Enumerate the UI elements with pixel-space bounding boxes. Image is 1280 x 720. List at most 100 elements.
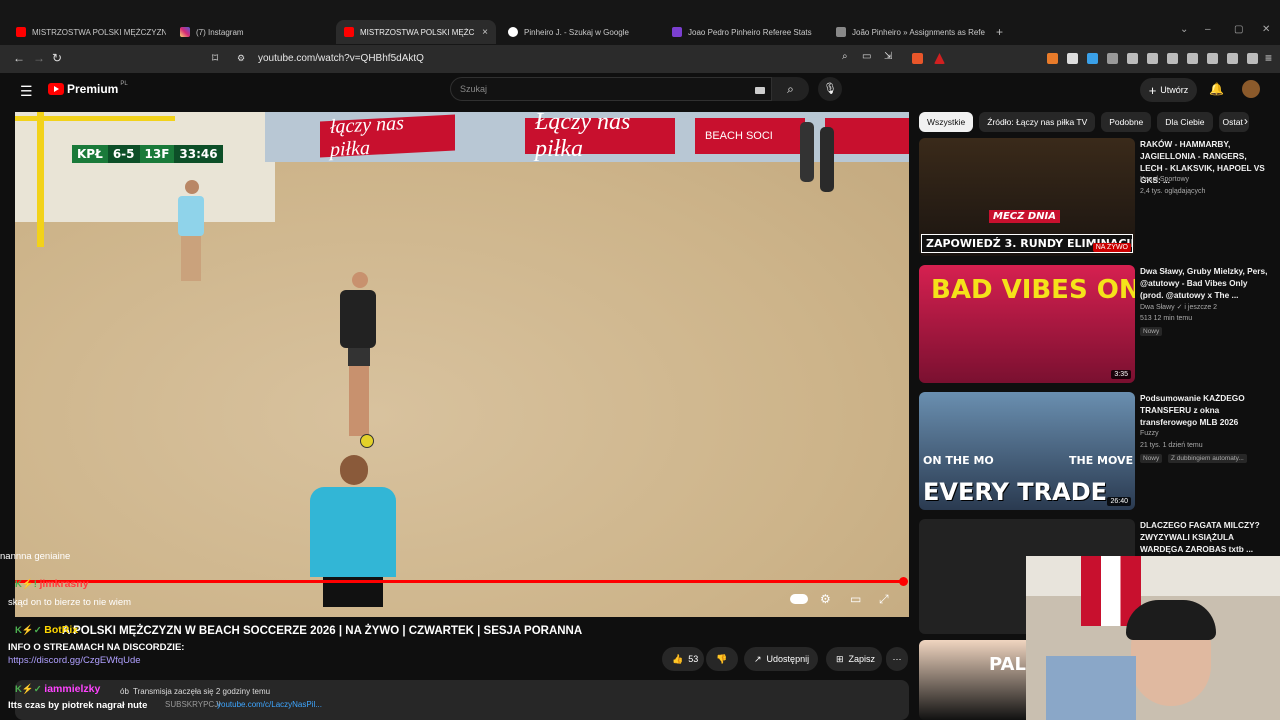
keyboard-icon[interactable] bbox=[755, 87, 765, 94]
dislike-button[interactable]: 👎 bbox=[706, 647, 738, 671]
chip-source[interactable]: Źródło: Łączy nas piłka TV bbox=[979, 112, 1096, 132]
tab-instagram[interactable]: (7) Instagram bbox=[172, 20, 332, 44]
tab-title: MISTRZOSTWA POLSKI MĘŻCZYZN W bbox=[32, 27, 166, 37]
sponsor-banner-2: Łączy nas piłka bbox=[525, 112, 675, 162]
wallet-icon[interactable] bbox=[1247, 53, 1258, 64]
maximize-icon[interactable]: ▢ bbox=[1234, 24, 1243, 35]
save-button[interactable]: ⊞ Zapisz bbox=[826, 647, 882, 671]
recommendation-item[interactable]: MECZ DNIA ZAPOWIEDŹ 3. RUNDY ELIMINACJI … bbox=[919, 138, 1279, 262]
extension-3-icon[interactable] bbox=[1087, 53, 1098, 64]
chat-username-row: K⚡✓ iammielzky bbox=[15, 683, 285, 695]
recommendation-item[interactable]: ON THE MO THE MOVE EVERY TRADE 26:40 Pod… bbox=[919, 392, 1279, 516]
youtube-logo[interactable]: Premium PL bbox=[48, 81, 128, 96]
close-tab-icon[interactable]: × bbox=[482, 27, 488, 38]
url-field[interactable]: youtube.com/watch?v=QHBhf5dAktQ bbox=[258, 53, 424, 64]
rewards-icon[interactable] bbox=[934, 53, 945, 64]
video-player[interactable]: łączy nas piłka Łączy nas piłka BEACH SO… bbox=[15, 112, 909, 617]
chat-link[interactable]: https://discord.gg/CzgEWfqUde bbox=[8, 655, 141, 666]
logo-region: PL bbox=[120, 81, 128, 87]
thumbnail[interactable]: MECZ DNIA ZAPOWIEDŹ 3. RUNDY ELIMINACJI … bbox=[919, 138, 1135, 256]
share-button[interactable]: ↗ Udostępnij bbox=[744, 647, 818, 671]
new-tab-icon[interactable]: + bbox=[996, 25, 1003, 39]
cast-icon[interactable]: ▭ bbox=[862, 51, 871, 62]
thumbnail[interactable]: ON THE MO THE MOVE EVERY TRADE 26:40 bbox=[919, 392, 1135, 510]
extension-2-icon[interactable] bbox=[1067, 53, 1078, 64]
thumb-top-text: MECZ DNIA bbox=[989, 210, 1060, 223]
plus-icon: + bbox=[1148, 82, 1157, 98]
notifications-icon[interactable]: 🔔 bbox=[1209, 82, 1224, 96]
tab-youtube-active[interactable]: MISTRZOSTWA POLSKI MĘŻC × bbox=[336, 20, 496, 44]
scorebug: KPŁ 6-5 13F 33:46 bbox=[72, 145, 223, 163]
banner-text: Łączy nas piłka bbox=[535, 112, 631, 162]
tab-referee-stats[interactable]: Joao Pedro Pinheiro Referee Stats bbox=[664, 20, 824, 44]
pip-icon[interactable]: ⇲ bbox=[884, 51, 892, 62]
progress-scrubber[interactable] bbox=[899, 577, 908, 586]
thumbnail[interactable]: BAD VIBES ONLY 3:35 bbox=[919, 265, 1135, 383]
duration: 3:35 bbox=[1111, 370, 1131, 379]
create-button[interactable]: + Utwórz bbox=[1140, 78, 1197, 102]
chip-similar[interactable]: Podobne bbox=[1101, 112, 1152, 132]
bookmark-icon[interactable]: ⌑ bbox=[212, 51, 218, 65]
bookmarks-icon[interactable] bbox=[1187, 53, 1198, 64]
avatar[interactable] bbox=[1242, 80, 1260, 98]
music-icon[interactable] bbox=[1147, 53, 1158, 64]
chip-for-you[interactable]: Dla Ciebie bbox=[1157, 112, 1213, 132]
leo-icon[interactable] bbox=[1207, 53, 1218, 64]
autoplay-toggle[interactable] bbox=[790, 594, 808, 604]
rec-title[interactable]: Podsumowanie KAŻDEGO TRANSFERU z okna tr… bbox=[1140, 392, 1270, 428]
hamburger-menu-icon[interactable]: ☰ bbox=[20, 83, 33, 100]
rec-title[interactable]: DLACZEGO FAGATA MILCZY? ZWYZYWALI KSIĄŻU… bbox=[1140, 519, 1270, 555]
menu-icon[interactable]: ≡ bbox=[1265, 51, 1272, 65]
stadium-wall bbox=[15, 112, 275, 222]
fullscreen-icon[interactable]: ⤢ bbox=[879, 592, 889, 607]
sponsor-banner-1: łączy nas piłka bbox=[320, 112, 455, 161]
rec-channel[interactable]: Fuzzy bbox=[1140, 430, 1159, 437]
tab-youtube-1[interactable]: MISTRZOSTWA POLSKI MĘŻCZYZN W bbox=[8, 20, 166, 44]
extension-4-icon[interactable] bbox=[1107, 53, 1118, 64]
duration: 26:40 bbox=[1107, 497, 1131, 506]
score-value: 6-5 bbox=[107, 145, 140, 163]
room-chair bbox=[1046, 656, 1136, 720]
chat-message: Itts czas by piotrek nagrał nute bbox=[8, 700, 278, 711]
rec-title[interactable]: Dwa Sławy, Gruby Mielzky, Pers, @atutowy… bbox=[1140, 265, 1270, 301]
google-icon bbox=[508, 27, 518, 37]
extension-1-icon[interactable] bbox=[1047, 53, 1058, 64]
chevron-right-icon[interactable]: › bbox=[1244, 114, 1248, 128]
rec-channel[interactable]: Dwa Sławy ✓ i jeszcze 2 bbox=[1140, 303, 1217, 311]
puzzle-icon[interactable] bbox=[1127, 53, 1138, 64]
mic-icon: 🎙 bbox=[823, 83, 837, 95]
reload-icon[interactable]: ↻ bbox=[52, 51, 62, 65]
brave-shield-icon[interactable] bbox=[912, 53, 923, 64]
tab-title: Pinheiro J. - Szukaj w Google bbox=[524, 27, 629, 37]
chip-all[interactable]: Wszystkie bbox=[919, 112, 974, 132]
rec-channel[interactable]: Kanał Sportowy bbox=[1140, 176, 1189, 183]
tab-list-icon[interactable]: ⌄ bbox=[1180, 24, 1188, 35]
tab-google[interactable]: Pinheiro J. - Szukaj w Google bbox=[500, 20, 660, 44]
more-actions-button[interactable]: ⋯ bbox=[886, 647, 908, 671]
search-input[interactable]: Szukaj bbox=[450, 77, 772, 101]
chat-message: https://discord.gg/CzgEWfqUde bbox=[8, 655, 278, 666]
chat-text: INFO O STREAMACH NA DISCORDZIE: bbox=[8, 642, 185, 653]
recommendation-item[interactable]: BAD VIBES ONLY 3:35 Dwa Sławy, Gruby Mie… bbox=[919, 265, 1279, 389]
forward-icon[interactable]: → bbox=[33, 51, 45, 65]
search-icon[interactable]: ⌕ bbox=[842, 51, 848, 62]
search-button[interactable]: ⌕ bbox=[772, 77, 809, 101]
score-stage: 13F bbox=[139, 145, 175, 163]
minimize-icon[interactable]: – bbox=[1205, 24, 1211, 35]
settings-gear-icon[interactable]: ⚙ bbox=[820, 592, 831, 606]
thumb-left-text: ON THE MO bbox=[923, 454, 994, 467]
new-badge: Nowy bbox=[1140, 327, 1163, 336]
new-badge: Nowy bbox=[1140, 454, 1163, 463]
chat-message: skąd on to bierze to nie wiem bbox=[8, 597, 278, 608]
theater-mode-icon[interactable]: ▭ bbox=[850, 592, 861, 606]
vpn-icon[interactable] bbox=[1227, 53, 1238, 64]
referee bbox=[310, 455, 400, 617]
channel-extra: i jeszcze 2 bbox=[1184, 304, 1218, 311]
voice-search-button[interactable]: 🎙 bbox=[818, 77, 842, 101]
back-icon[interactable]: ← bbox=[13, 51, 25, 65]
site-settings-icon[interactable]: ⚙ bbox=[237, 53, 245, 64]
close-window-icon[interactable]: ✕ bbox=[1262, 24, 1270, 35]
tab-assignments[interactable]: João Pinheiro » Assignments as Refe bbox=[828, 20, 988, 44]
like-button[interactable]: 👍 53 bbox=[662, 647, 704, 671]
sidebar-icon[interactable] bbox=[1167, 53, 1178, 64]
